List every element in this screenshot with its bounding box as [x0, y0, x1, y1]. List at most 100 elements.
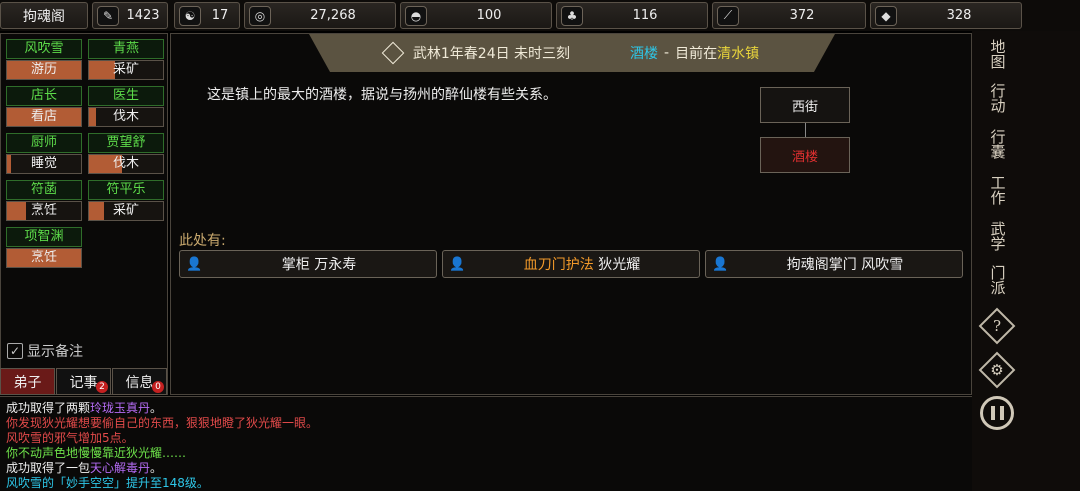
- location-description: 这是镇上的最大的酒楼，据说与扬州的醉仙楼有些关系。: [207, 87, 557, 103]
- header-separator: -: [664, 45, 670, 61]
- action-label: 行动: [988, 83, 1007, 113]
- yinyang-value: 17: [211, 8, 229, 23]
- disciple-action: 看店: [6, 107, 82, 127]
- disciple-name: 项智渊: [6, 227, 82, 247]
- current-prefix: 目前在: [675, 46, 718, 62]
- game-date: 武林1年春24日 未时三刻: [412, 46, 571, 62]
- action-progress-bar: [89, 108, 97, 126]
- disciple-card[interactable]: 青燕 采矿: [88, 39, 164, 81]
- gear-icon: ⚙: [990, 360, 1004, 379]
- tab-disciples-label: 弟子: [13, 374, 42, 391]
- log-segment: 玲珑玉真丹: [90, 401, 151, 415]
- npc-faction: 血刀门护法: [523, 257, 594, 273]
- npc-button-keeper[interactable]: 👤 掌柜 万永寿: [179, 250, 437, 278]
- calendar-icon: [381, 41, 405, 65]
- herb-resource[interactable]: ♣ 116: [556, 2, 708, 29]
- herb-icon: ♣: [561, 5, 583, 26]
- log-segment: 。: [150, 401, 163, 415]
- map-node-tavern[interactable]: 酒楼: [760, 137, 850, 173]
- wood-value: 372: [789, 8, 815, 23]
- disciple-action: 采矿: [88, 60, 164, 80]
- log-line: 你发现狄光耀想要偷自己的东西，狠狠地瞪了狄光耀一眼。: [6, 416, 966, 431]
- bag-button[interactable]: 行囊: [979, 126, 1015, 162]
- sect-name-button[interactable]: 拘魂阁: [0, 2, 88, 29]
- here-label: 此处有:: [179, 233, 226, 249]
- action-progress-bar: [7, 202, 26, 220]
- fame-icon: ✎: [97, 5, 119, 26]
- person-icon: 👤: [712, 256, 729, 272]
- disciple-action: 烹饪: [6, 248, 82, 268]
- disciple-name: 青燕: [88, 39, 164, 59]
- disciple-action-label: 游历: [30, 62, 57, 77]
- tab-disciples[interactable]: 弟子: [0, 368, 55, 395]
- map-button[interactable]: 地图: [979, 36, 1015, 72]
- log-segment: 天心解毒丹: [90, 461, 151, 475]
- pause-button[interactable]: [980, 396, 1014, 430]
- disciple-action-label: 烹饪: [30, 203, 57, 218]
- npc-name: 狄光耀: [598, 257, 641, 273]
- food-resource[interactable]: ◓ 100: [400, 2, 552, 29]
- ore-icon: ◆: [875, 5, 897, 26]
- disciple-action-label: 伐木: [112, 156, 139, 171]
- log-line: 风吹雪的「妙手空空」提升至148级。: [6, 476, 966, 491]
- disciple-card[interactable]: 符菡 烹饪: [6, 180, 82, 222]
- work-button[interactable]: 工作: [979, 172, 1015, 208]
- disciple-card[interactable]: 厨师 睡觉: [6, 133, 82, 175]
- pause-icon: [990, 406, 995, 420]
- map-label: 地图: [988, 39, 1007, 69]
- disciple-action: 采矿: [88, 201, 164, 221]
- show-memo-toggle[interactable]: ✓ 显示备注: [7, 341, 83, 361]
- tab-messages[interactable]: 信息 0: [112, 368, 167, 395]
- sect-button[interactable]: 门派: [979, 262, 1015, 298]
- disciple-name: 符平乐: [88, 180, 164, 200]
- action-progress-bar: [7, 155, 11, 173]
- disciple-name: 风吹雪: [6, 39, 82, 59]
- tab-journal[interactable]: 记事 2: [56, 368, 111, 395]
- fame-resource[interactable]: ✎ 1423: [92, 2, 168, 29]
- log-segment: 风吹雪的「妙手空空」提升至148级。: [6, 476, 209, 490]
- resource-bar: 拘魂阁 ✎ 1423 ☯ 17 ◎ 27,268 ◓ 100 ♣ 116 ⟋ 3…: [0, 0, 1080, 31]
- bag-label: 行囊: [988, 129, 1007, 159]
- disciple-action: 睡觉: [6, 154, 82, 174]
- disciple-name: 医生: [88, 86, 164, 106]
- npc-role: 掌柜: [281, 257, 310, 273]
- help-button[interactable]: ?: [978, 307, 1016, 345]
- disciple-action: 伐木: [88, 107, 164, 127]
- npc-button-feng[interactable]: 👤 拘魂阁掌门 风吹雪: [705, 250, 963, 278]
- yinyang-resource[interactable]: ☯ 17: [174, 2, 240, 29]
- disciple-card[interactable]: 医生 伐木: [88, 86, 164, 128]
- journal-count-badge: 2: [96, 381, 108, 393]
- log-segment: 风吹雪的邪气增加5点。: [6, 431, 134, 445]
- map-link-line: [805, 123, 806, 137]
- disciple-name: 贾望舒: [88, 133, 164, 153]
- log-line: 风吹雪的邪气增加5点。: [6, 431, 966, 446]
- disciple-name: 符菡: [6, 180, 82, 200]
- herb-value: 116: [632, 8, 658, 23]
- tab-journal-label: 记事: [69, 374, 98, 391]
- disciple-action-label: 采矿: [112, 62, 139, 77]
- disciple-card[interactable]: 符平乐 采矿: [88, 180, 164, 222]
- coin-icon: ◎: [249, 5, 271, 26]
- disciple-card[interactable]: 店长 看店: [6, 86, 82, 128]
- location-panel: 武林1年春24日 未时三刻 酒楼 - 目前在 清水镇 这是镇上的最大的酒楼，据说与…: [170, 33, 972, 395]
- log-segment: 成功取得了一包: [6, 461, 91, 475]
- disciple-action: 烹饪: [6, 201, 82, 221]
- martial-arts-button[interactable]: 武学: [979, 218, 1015, 254]
- npc-role: 拘魂阁掌门: [786, 257, 857, 273]
- person-icon: 👤: [186, 256, 203, 272]
- ore-resource[interactable]: ◆ 328: [870, 2, 1022, 29]
- npc-name: 风吹雪: [861, 257, 904, 273]
- map-node-west-street[interactable]: 西街: [760, 87, 850, 123]
- wood-resource[interactable]: ⟋ 372: [712, 2, 866, 29]
- disciple-card[interactable]: 贾望舒 伐木: [88, 133, 164, 175]
- coin-value: 27,268: [310, 8, 356, 23]
- settings-button[interactable]: ⚙: [978, 351, 1016, 389]
- disciple-card[interactable]: 风吹雪 游历: [6, 39, 82, 81]
- coin-resource[interactable]: ◎ 27,268: [244, 2, 396, 29]
- npc-button-di[interactable]: 👤 血刀门护法 狄光耀: [442, 250, 700, 278]
- disciple-action-label: 烹饪: [30, 250, 57, 265]
- checkbox-icon[interactable]: ✓: [7, 343, 23, 359]
- disciple-card[interactable]: 项智渊 烹饪: [6, 227, 82, 269]
- action-button[interactable]: 行动: [979, 80, 1015, 116]
- disciple-name: 店长: [6, 86, 82, 106]
